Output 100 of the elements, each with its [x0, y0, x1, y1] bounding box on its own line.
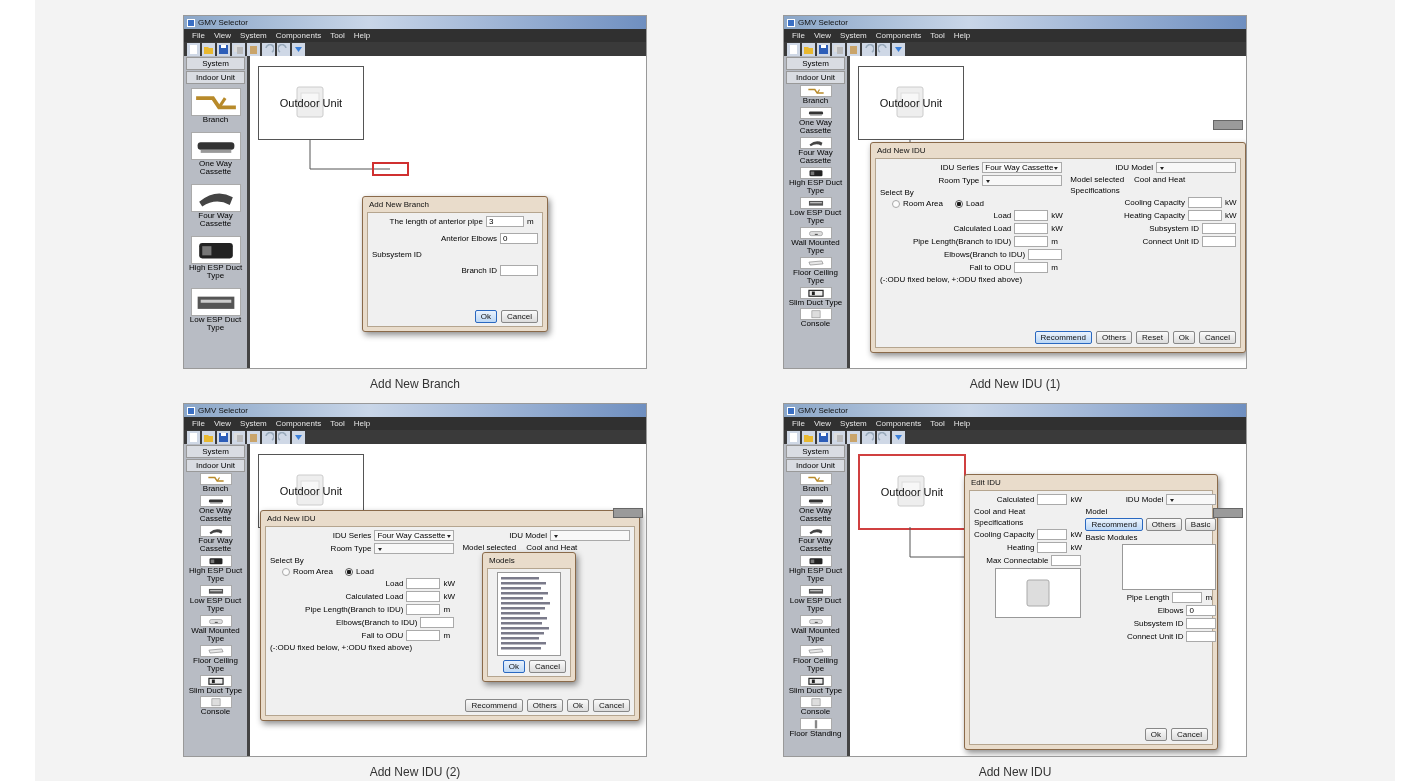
dialog-button[interactable]: Cancel	[593, 699, 630, 712]
radio-option[interactable]: Room Area	[892, 199, 944, 208]
sidebar-tab[interactable]: System	[186, 57, 245, 70]
sidebar-item[interactable]: Slim Duct Type	[786, 674, 845, 695]
sidebar-tab[interactable]: Indoor Unit	[786, 71, 845, 84]
dialog-button[interactable]: Cancel	[501, 310, 538, 323]
menu-item[interactable]: Tool	[330, 419, 345, 428]
menu-item[interactable]: System	[240, 419, 267, 428]
dialog-button[interactable]: Ok	[502, 660, 526, 673]
sidebar-tab[interactable]: Indoor Unit	[786, 459, 845, 472]
filter-button[interactable]: Basic	[1184, 518, 1217, 531]
dialog-button[interactable]: Ok	[566, 699, 590, 712]
sidebar-item[interactable]: High ESP Duct Type	[186, 554, 245, 584]
sidebar-item[interactable]: Branch	[186, 473, 245, 494]
radio-option[interactable]: Room Area	[282, 567, 334, 576]
dialog-button[interactable]: Cancel	[529, 660, 566, 673]
menu-item[interactable]: Components	[875, 31, 922, 40]
sidebar-item[interactable]: One Way Cassette	[786, 494, 845, 524]
sidebar-item[interactable]: Low ESP Duct Type	[786, 196, 845, 226]
input-field[interactable]: 0	[1186, 605, 1217, 616]
sidebar-item[interactable]: High ESP Duct Type	[186, 232, 245, 284]
unit-label: kW	[1225, 211, 1236, 220]
menu-item[interactable]: System	[240, 31, 267, 40]
sidebar-item[interactable]: Console	[186, 696, 245, 717]
window-title: GMV Selector	[198, 406, 248, 415]
menu-item[interactable]: Help	[353, 419, 371, 428]
sidebar-item[interactable]: Floor Ceiling Type	[186, 644, 245, 674]
menu-item[interactable]: Tool	[330, 31, 345, 40]
menu-item[interactable]: Tool	[930, 419, 945, 428]
sidebar-item[interactable]: One Way Cassette	[786, 106, 845, 136]
menu-item[interactable]: View	[213, 419, 232, 428]
dropdown[interactable]: Four Way Cassette	[982, 162, 1063, 173]
dialog-button[interactable]: Others	[1095, 331, 1132, 344]
sidebar-item[interactable]: High ESP Duct Type	[786, 166, 845, 196]
radio-option[interactable]: Load	[955, 199, 984, 208]
menu-item[interactable]: File	[192, 31, 205, 40]
sidebar-item[interactable]: Four Way Cassette	[786, 524, 845, 554]
sidebar-item[interactable]: One Way Cassette	[186, 494, 245, 524]
sidebar-item[interactable]: Branch	[786, 473, 845, 494]
sidebar-item[interactable]: Slim Duct Type	[186, 674, 245, 695]
outdoor-unit-node[interactable]: Outdoor Unit	[858, 66, 964, 140]
form-label: Basic Modules	[1085, 533, 1138, 542]
sidebar-item[interactable]: Floor Ceiling Type	[786, 256, 845, 286]
sidebar-item[interactable]: Four Way Cassette	[186, 524, 245, 554]
dialog-button[interactable]: Ok	[474, 310, 498, 323]
sidebar-tab[interactable]: System	[186, 445, 245, 458]
menu-item[interactable]: Components	[875, 419, 922, 428]
menu-item[interactable]: Help	[953, 419, 971, 428]
menu-item[interactable]: File	[192, 419, 205, 428]
menu-item[interactable]: System	[840, 31, 867, 40]
outdoor-unit-node[interactable]: Outdoor Unit	[858, 454, 966, 530]
sidebar-item[interactable]: Branch	[186, 85, 245, 128]
sidebar-item[interactable]: Branch	[786, 85, 845, 106]
filter-button[interactable]: Recommend	[1085, 518, 1143, 531]
sidebar-tab[interactable]: Indoor Unit	[186, 459, 245, 472]
menu-item[interactable]: View	[813, 31, 832, 40]
sidebar-item[interactable]: Four Way Cassette	[786, 136, 845, 166]
sidebar-item[interactable]: Floor Standing	[786, 717, 845, 738]
sidebar-item[interactable]: Wall Mounted Type	[786, 226, 845, 256]
sidebar-item[interactable]: Slim Duct Type	[786, 286, 845, 307]
menu-item[interactable]: View	[213, 31, 232, 40]
dialog-button[interactable]: Cancel	[1199, 331, 1236, 344]
sidebar-tab[interactable]: Indoor Unit	[186, 71, 245, 84]
menu-item[interactable]: Components	[275, 419, 322, 428]
dialog-button[interactable]: Reset	[1135, 331, 1169, 344]
filter-button[interactable]: Others	[1145, 518, 1182, 531]
sidebar-item[interactable]: Console	[786, 696, 845, 717]
input-field[interactable]: 3	[486, 216, 524, 227]
dialog-button[interactable]: Others	[526, 699, 563, 712]
dropdown[interactable]: Four Way Cassette	[374, 530, 455, 541]
menu-item[interactable]: Components	[275, 31, 322, 40]
dialog-button[interactable]: Recommend	[465, 699, 523, 712]
dialog-button[interactable]: Ok	[1172, 331, 1196, 344]
menu-item[interactable]: Help	[353, 31, 371, 40]
sidebar-item[interactable]: Floor Ceiling Type	[786, 644, 845, 674]
menu-item[interactable]: Help	[953, 31, 971, 40]
menu-item[interactable]: File	[792, 419, 805, 428]
sidebar-item[interactable]: Four Way Cassette	[186, 180, 245, 232]
sidebar-tab[interactable]: System	[786, 445, 845, 458]
input-field[interactable]: 0	[500, 233, 538, 244]
field-label: Room Type	[330, 544, 372, 553]
sidebar-item[interactable]: High ESP Duct Type	[786, 554, 845, 584]
sidebar-item[interactable]: Console	[786, 308, 845, 329]
menu-item[interactable]: File	[792, 31, 805, 40]
sidebar-item[interactable]: Low ESP Duct Type	[186, 584, 245, 614]
sidebar-item[interactable]: Wall Mounted Type	[186, 614, 245, 644]
menu-item[interactable]: Tool	[930, 31, 945, 40]
dialog-button[interactable]: Cancel	[1171, 728, 1208, 741]
dialog-button[interactable]: Ok	[1144, 728, 1168, 741]
menu-item[interactable]: View	[813, 419, 832, 428]
sidebar-item[interactable]: Wall Mounted Type	[786, 614, 845, 644]
sidebar-item[interactable]: Low ESP Duct Type	[786, 584, 845, 614]
sidebar-tab[interactable]: System	[786, 57, 845, 70]
outdoor-unit-node[interactable]: Outdoor Unit	[258, 66, 364, 140]
sidebar-item[interactable]: One Way Cassette	[186, 128, 245, 180]
sidebar-item[interactable]: Low ESP Duct Type	[186, 284, 245, 336]
image-caption: Add New IDU (2)	[369, 765, 461, 779]
radio-option[interactable]: Load	[345, 567, 374, 576]
menu-item[interactable]: System	[840, 419, 867, 428]
dialog-button[interactable]: Recommend	[1034, 331, 1092, 344]
